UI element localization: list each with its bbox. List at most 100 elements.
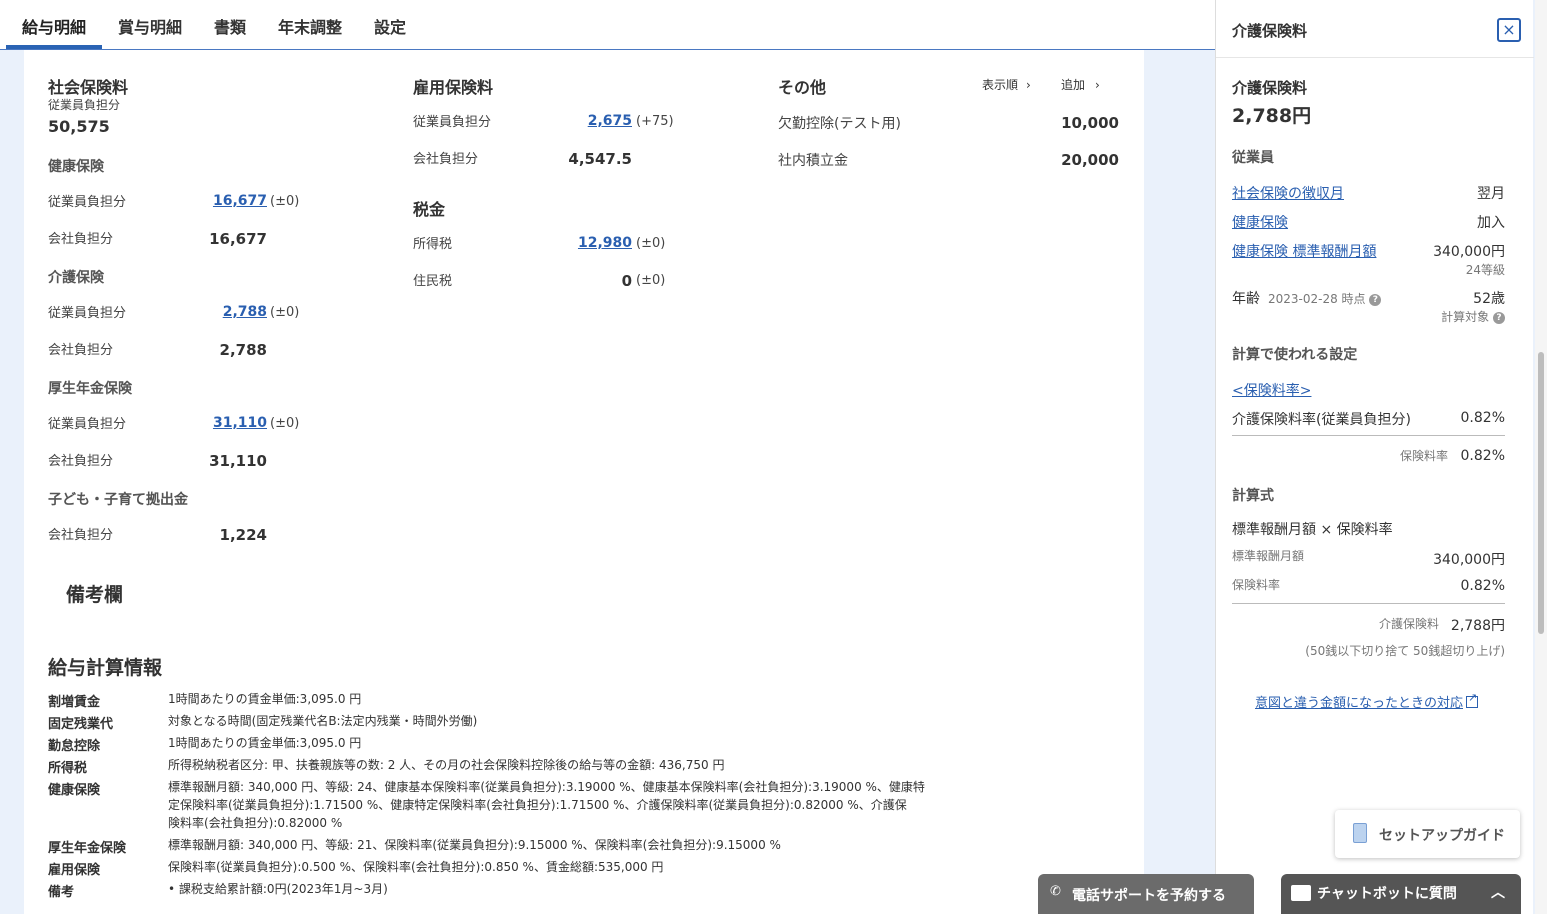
tab-settings[interactable]: 設定 <box>374 14 406 38</box>
calc-info-value: 定保険料率(従業員負担分):1.71500 %、健康特定保険料率(会社負担分):… <box>168 798 907 812</box>
age-calc-target: 計算対象 ? <box>1441 308 1505 325</box>
formula-remuneration-value: 340,000円 <box>1433 552 1505 568</box>
standard-remuneration-value: 340,000円 <box>1433 244 1505 260</box>
chevron-right-icon: › <box>1095 78 1100 92</box>
care-emp-label: 従業員負担分 <box>48 306 127 321</box>
add-label: 追加 <box>1061 78 1086 92</box>
calc-info-value: 所得税納税者区分: 甲、扶養親族等の数: 2 人、その月の社会保険料控除後の給与… <box>168 758 725 772</box>
employment-title: 雇用保険料 <box>413 78 494 97</box>
employment-emp-link[interactable]: 2,675 <box>588 113 632 129</box>
other-title: その他 <box>778 78 827 97</box>
chat-bubble-icon <box>1291 885 1311 901</box>
grade-value: 24等級 <box>1465 263 1505 277</box>
chevron-right-icon: › <box>1026 78 1031 92</box>
help-icon[interactable]: ? <box>1493 311 1505 324</box>
panel-header-title: 介護保険料 <box>1232 22 1308 40</box>
active-tab-indicator <box>6 45 102 49</box>
detail-side-panel: 介護保険料 × 介護保険料 2,788円 従業員 社会保険の徴収月 翌月 健康保… <box>1215 0 1534 914</box>
tax-title: 税金 <box>413 200 446 219</box>
calc-info-title: 給与計算情報 <box>48 657 163 679</box>
calc-info-value: • 課税支給累計額:0円(2023年1月~3月) <box>168 882 388 896</box>
care-rate-value: 0.82% <box>1460 410 1505 426</box>
collection-month-link[interactable]: 社会保険の徴収月 <box>1232 183 1344 203</box>
tab-payslip[interactable]: 給与明細 <box>22 14 86 38</box>
care-title: 介護保険 <box>48 270 104 286</box>
formula-rate-value: 0.82% <box>1460 578 1505 594</box>
calc-info-key: 所得税 <box>48 761 88 776</box>
health-emp-diff: (±0) <box>270 194 300 209</box>
health-co-value: 16,677 <box>209 230 267 248</box>
pension-co-label: 会社負担分 <box>48 454 114 469</box>
pension-emp-label: 従業員負担分 <box>48 417 127 432</box>
pension-emp-link[interactable]: 31,110 <box>213 415 267 431</box>
other-item-label: 社内積立金 <box>778 153 848 169</box>
chatbot-label: チャットボットに質問 <box>1317 886 1457 902</box>
chatbot-button[interactable]: チャットボットに質問 ︿ <box>1281 874 1521 914</box>
top-tab-bar: 給与明細 賞与明細 書類 年末調整 設定 <box>0 0 1215 50</box>
employment-emp-label: 従業員負担分 <box>413 115 492 130</box>
formula-remuneration-label: 標準報酬月額 <box>1232 549 1305 563</box>
calc-info-key: 割増賃金 <box>48 695 101 710</box>
close-button[interactable]: × <box>1497 18 1521 42</box>
phone-icon: ✆ <box>1050 884 1061 899</box>
care-emp-diff: (±0) <box>270 305 300 320</box>
employment-co-label: 会社負担分 <box>413 152 479 167</box>
divider <box>1232 435 1505 436</box>
standard-remuneration-link[interactable]: 健康保険 標準報酬月額 <box>1232 241 1376 261</box>
other-item-label: 欠勤控除(テスト用) <box>778 116 901 132</box>
phone-support-label: 電話サポートを予約する <box>1072 888 1226 904</box>
health-emp-link[interactable]: 16,677 <box>213 193 267 209</box>
formula-heading: 計算式 <box>1232 488 1274 504</box>
calc-info-value: 険料率(会社負担分):0.82000 % <box>168 816 343 830</box>
child-title: 子ども・子育て拠出金 <box>48 492 188 508</box>
phone-support-button[interactable]: ✆ 電話サポートを予約する <box>1038 874 1254 914</box>
other-item-value: 10,000 <box>1061 114 1119 132</box>
health-co-label: 会社負担分 <box>48 232 114 247</box>
resident-tax-value: 0 <box>621 272 632 290</box>
age-calc-target-text: 計算対象 <box>1441 310 1490 324</box>
other-item-value: 20,000 <box>1061 151 1119 169</box>
calc-info-key: 勤怠控除 <box>48 739 101 754</box>
tab-documents[interactable]: 書類 <box>214 14 246 38</box>
rate-total-label: 保険料率 <box>1399 449 1448 463</box>
employment-co-value: 4,547.5 <box>568 150 632 168</box>
pension-co-value: 31,110 <box>209 452 267 470</box>
panel-amount: 2,788円 <box>1232 105 1312 127</box>
setup-guide-label: セットアップガイド <box>1379 828 1505 844</box>
social-insurance-title: 社会保険料 <box>48 78 129 97</box>
setup-guide-button[interactable]: セットアップガイド <box>1335 810 1520 858</box>
calc-info-value: 標準報酬月額: 340,000 円、等級: 21、保険料率(従業員負担分):9.… <box>168 838 781 852</box>
help-icon[interactable]: ? <box>1369 293 1382 306</box>
health-insurance-link[interactable]: 健康保険 <box>1232 212 1288 232</box>
result-value: 2,788円 <box>1450 618 1505 634</box>
help-link[interactable]: 意図と違う金額になったときの対応 <box>1255 691 1479 711</box>
care-rate-label: 介護保険料率(従業員負担分) <box>1232 412 1411 428</box>
settings-heading: 計算で使われる設定 <box>1232 347 1358 363</box>
employment-emp-diff: (+75) <box>636 114 674 129</box>
tab-bonus[interactable]: 賞与明細 <box>118 14 182 38</box>
health-insurance-value: 加入 <box>1477 215 1505 231</box>
sort-order-button[interactable]: 表示順 › <box>982 76 1031 93</box>
calc-info-key: 備考 <box>48 885 75 900</box>
care-co-value: 2,788 <box>219 341 267 359</box>
scrollbar[interactable] <box>1535 0 1547 914</box>
scrollbar-thumb[interactable] <box>1538 352 1544 634</box>
rate-total-value: 0.82% <box>1460 448 1505 464</box>
calc-info-key: 固定残業代 <box>48 717 114 732</box>
insurance-rate-link[interactable]: <保険料率> <box>1232 380 1311 400</box>
calc-info-value: 保険料率(従業員負担分):0.500 %、保険料率(会社負担分):0.850 %… <box>168 860 664 874</box>
income-tax-label: 所得税 <box>413 237 453 252</box>
help-link-text: 意図と違う金額になったときの対応 <box>1255 696 1464 711</box>
payslip-detail: 社会保険料 従業員負担分 50,575 健康保険 従業員負担分 16,677 (… <box>24 50 1144 914</box>
add-button[interactable]: 追加 › <box>1061 76 1100 93</box>
income-tax-link[interactable]: 12,980 <box>578 235 632 251</box>
care-emp-link[interactable]: 2,788 <box>223 304 267 320</box>
social-total: 50,575 <box>48 117 110 136</box>
tab-year-end[interactable]: 年末調整 <box>278 14 342 38</box>
calc-info-key: 雇用保険 <box>48 863 101 878</box>
care-co-label: 会社負担分 <box>48 343 114 358</box>
panel-header: 介護保険料 × <box>1216 0 1534 58</box>
pension-emp-diff: (±0) <box>270 416 300 431</box>
formula-text: 標準報酬月額 × 保険料率 <box>1232 522 1393 538</box>
calc-info-key: 厚生年金保険 <box>48 841 127 856</box>
